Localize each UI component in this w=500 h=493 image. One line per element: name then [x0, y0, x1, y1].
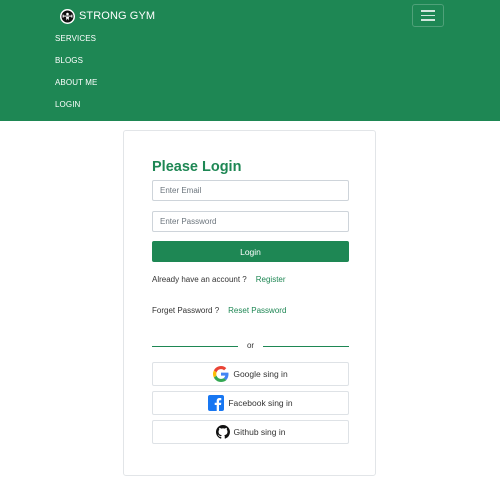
- google-signin-button[interactable]: Google sing in: [152, 362, 349, 386]
- brand-name: STRONG GYM: [79, 10, 156, 22]
- account-prompt: Already have an account ?: [152, 275, 247, 284]
- facebook-icon: [208, 395, 225, 411]
- reset-password-link[interactable]: Reset Password: [228, 306, 286, 315]
- login-button[interactable]: Login: [152, 241, 349, 262]
- nav-item-login[interactable]: LOGIN: [55, 100, 80, 109]
- divider-line-right: [263, 346, 349, 347]
- navbar: STRONG GYM SERVICES BLOGS ABOUT ME LOGIN: [0, 0, 500, 121]
- facebook-signin-button[interactable]: Facebook sing in: [152, 391, 349, 415]
- login-title: Please Login: [152, 159, 242, 175]
- login-card: Please Login Login Already have an accou…: [123, 130, 376, 476]
- register-row: Already have an account ? Register: [152, 275, 286, 284]
- nav-item-blogs[interactable]: BLOGS: [55, 56, 83, 65]
- or-divider: or: [152, 341, 349, 353]
- google-signin-label: Google sing in: [233, 369, 288, 379]
- reset-row: Forget Password ? Reset Password: [152, 306, 286, 315]
- facebook-signin-label: Facebook sing in: [228, 398, 293, 408]
- password-field[interactable]: [152, 211, 349, 232]
- brand[interactable]: STRONG GYM: [60, 7, 155, 25]
- hamburger-menu-icon[interactable]: [412, 4, 444, 27]
- weightlifter-icon: [60, 8, 75, 24]
- github-signin-button[interactable]: Github sing in: [152, 420, 349, 444]
- forgot-prompt: Forget Password ?: [152, 306, 220, 315]
- github-signin-label: Github sing in: [233, 427, 286, 437]
- nav-item-services[interactable]: SERVICES: [55, 34, 96, 43]
- register-link[interactable]: Register: [256, 275, 286, 284]
- google-icon: [213, 366, 229, 382]
- github-icon: [215, 425, 230, 439]
- nav-item-about-me[interactable]: ABOUT ME: [55, 78, 97, 87]
- email-field[interactable]: [152, 180, 349, 201]
